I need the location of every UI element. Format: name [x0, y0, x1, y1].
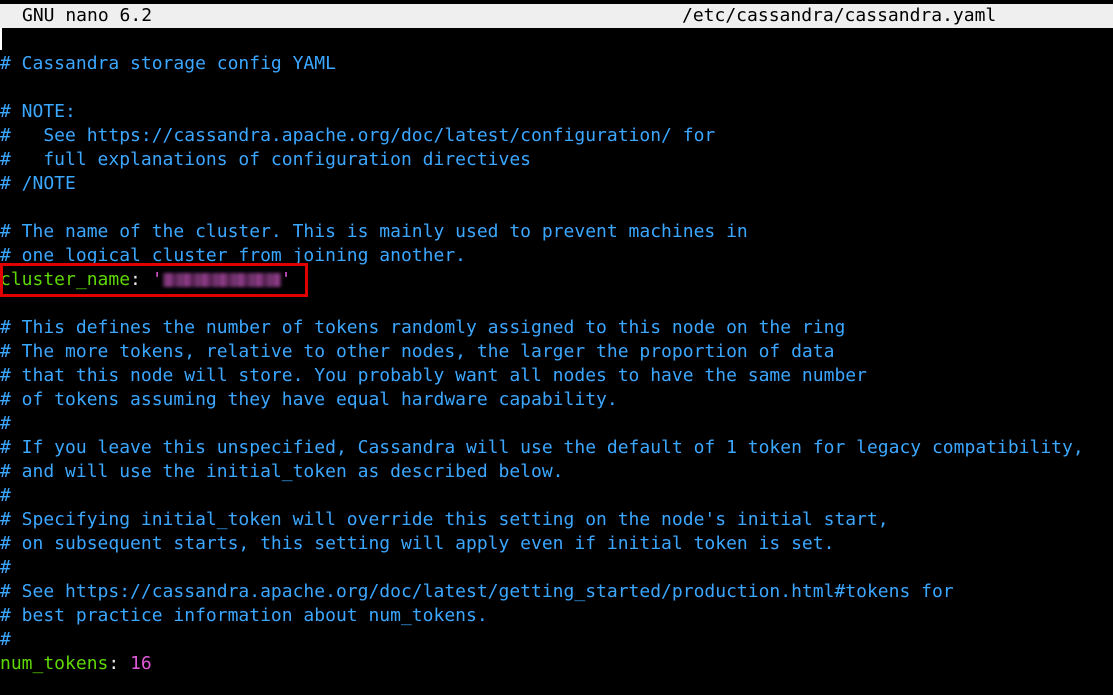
comment-line[interactable]: # See https://cassandra.apache.org/doc/l…	[0, 580, 1113, 604]
file-path: /etc/cassandra/cassandra.yaml	[682, 5, 997, 26]
comment-line[interactable]: # The name of the cluster. This is mainl…	[0, 220, 1113, 244]
blank-line[interactable]	[0, 292, 1113, 316]
comment-line[interactable]: # This defines the number of tokens rand…	[0, 316, 1113, 340]
comment-line[interactable]: #	[0, 556, 1113, 580]
setting-key: num_tokens	[0, 653, 109, 674]
comment-text: # best practice information about num_to…	[0, 605, 488, 626]
comment-line[interactable]: #	[0, 412, 1113, 436]
nano-title-bar: GNU nano 6.2 /etc/cassandra/cassandra.ya…	[0, 4, 1113, 28]
comment-text: # See https://cassandra.apache.org/doc/l…	[0, 125, 716, 146]
comment-line[interactable]: # on subsequent starts, this setting wil…	[0, 532, 1113, 556]
comment-line[interactable]: # that this node will store. You probabl…	[0, 364, 1113, 388]
comment-line[interactable]: #	[0, 484, 1113, 508]
quote-close: '	[280, 269, 292, 290]
comment-text: # that this node will store. You probabl…	[0, 365, 867, 386]
comment-text: # /NOTE	[0, 173, 76, 194]
comment-line[interactable]: # /NOTE	[0, 172, 1113, 196]
comment-text: # of tokens assuming they have equal har…	[0, 389, 618, 410]
comment-line[interactable]: # one logical cluster from joining anoth…	[0, 244, 1113, 268]
comment-line[interactable]: # of tokens assuming they have equal har…	[0, 388, 1113, 412]
comment-text: # on subsequent starts, this setting wil…	[0, 533, 835, 554]
comment-line[interactable]: # Cassandra storage config YAML	[0, 52, 1113, 76]
comment-text: #	[0, 629, 11, 650]
setting-separator: :	[108, 653, 131, 674]
comment-line[interactable]: # If you leave this unspecified, Cassand…	[0, 436, 1113, 460]
setting-line-cluster-name[interactable]: cluster_name: ' '	[0, 268, 1113, 292]
text-cursor	[0, 28, 2, 50]
comment-line[interactable]: # NOTE:	[0, 100, 1113, 124]
comment-text: # This defines the number of tokens rand…	[0, 317, 846, 338]
comment-line[interactable]: #	[0, 628, 1113, 652]
comment-text: #	[0, 557, 11, 578]
editor-buffer[interactable]: # Cassandra storage config YAML # NOTE: #…	[0, 52, 1113, 676]
redacted-value	[162, 273, 281, 287]
setting-separator: :	[130, 269, 152, 290]
comment-line[interactable]: # full explanations of configuration dir…	[0, 148, 1113, 172]
setting-value: 16	[130, 653, 152, 674]
comment-text: # The name of the cluster. This is mainl…	[0, 221, 748, 242]
comment-text: #	[0, 485, 11, 506]
comment-line[interactable]: # best practice information about num_to…	[0, 604, 1113, 628]
comment-line[interactable]: # The more tokens, relative to other nod…	[0, 340, 1113, 364]
comment-text: # See https://cassandra.apache.org/doc/l…	[0, 581, 954, 602]
comment-text: # If you leave this unspecified, Cassand…	[0, 437, 1084, 458]
comment-line[interactable]: # See https://cassandra.apache.org/doc/l…	[0, 124, 1113, 148]
setting-key: cluster_name	[0, 269, 131, 290]
comment-text: # one logical cluster from joining anoth…	[0, 245, 466, 266]
app-name: GNU nano 6.2	[22, 5, 153, 26]
comment-text: # Cassandra storage config YAML	[0, 53, 336, 74]
comment-text: # full explanations of configuration dir…	[0, 149, 532, 170]
blank-line[interactable]	[0, 196, 1113, 220]
comment-text: # NOTE:	[0, 101, 76, 122]
quote-open: '	[151, 269, 163, 290]
comment-text: # and will use the initial_token as desc…	[0, 461, 564, 482]
comment-text: # Specifying initial_token will override…	[0, 509, 889, 530]
comment-text: # The more tokens, relative to other nod…	[0, 341, 835, 362]
comment-line[interactable]: # and will use the initial_token as desc…	[0, 460, 1113, 484]
comment-text: #	[0, 413, 11, 434]
blank-line[interactable]	[0, 76, 1113, 100]
terminal-window[interactable]: GNU nano 6.2 /etc/cassandra/cassandra.ya…	[0, 0, 1113, 695]
setting-line-num-tokens[interactable]: num_tokens: 16	[0, 652, 1113, 676]
comment-line[interactable]: # Specifying initial_token will override…	[0, 508, 1113, 532]
